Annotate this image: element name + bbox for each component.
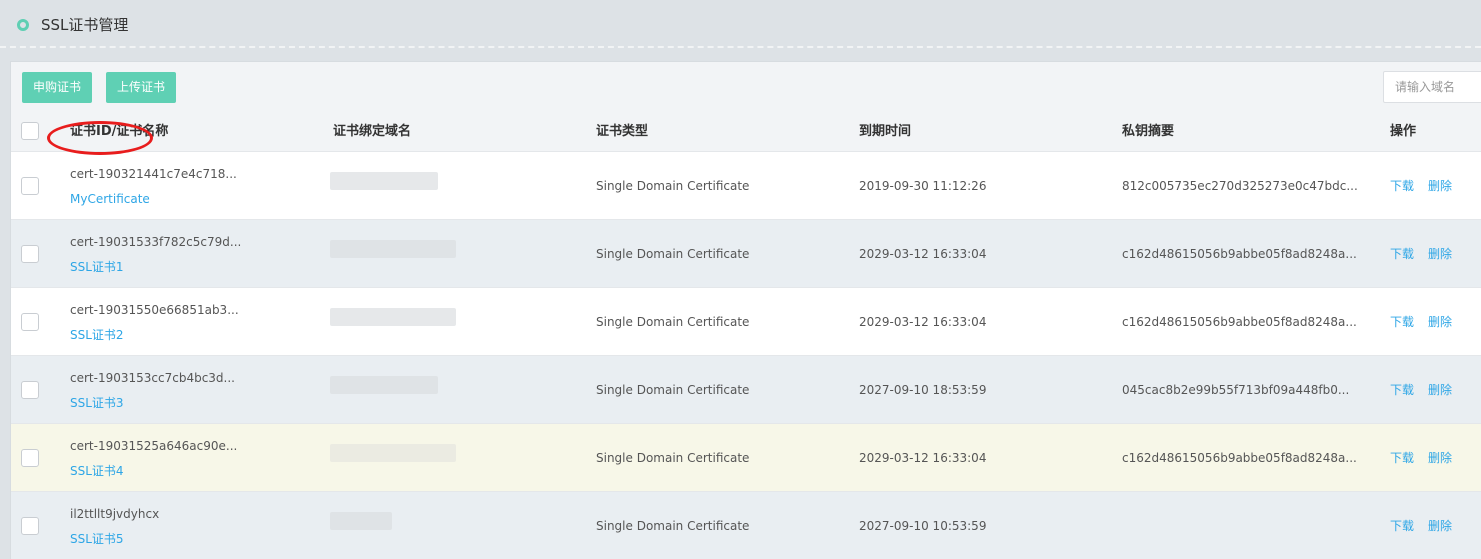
key-digest: 812c005735ec270d325273e0c47bdc... bbox=[1122, 179, 1358, 193]
column-header-expires: 到期时间 bbox=[859, 124, 912, 139]
certificate-type: Single Domain Certificate bbox=[596, 247, 750, 261]
expiry-time: 2029-03-12 16:33:04 bbox=[859, 451, 987, 465]
table-row: cert-19031525a646ac90e... SSL证书4 Single … bbox=[11, 424, 1481, 492]
domain-search-input[interactable] bbox=[1383, 71, 1481, 103]
domain-redacted bbox=[330, 308, 456, 326]
expiry-time: 2027-09-10 18:53:59 bbox=[859, 383, 987, 397]
certificate-name-link[interactable]: SSL证书4 bbox=[70, 463, 124, 479]
download-link[interactable]: 下载 bbox=[1390, 450, 1414, 466]
buy-certificate-button[interactable]: 申购证书 bbox=[22, 72, 92, 103]
page-header: SSL证书管理 bbox=[0, 0, 1481, 48]
certificate-id: cert-19031550e66851ab3... bbox=[70, 303, 239, 317]
certificate-name-link[interactable]: SSL证书2 bbox=[70, 327, 124, 343]
certificate-type: Single Domain Certificate bbox=[596, 383, 750, 397]
domain-redacted bbox=[330, 444, 456, 462]
table-row: cert-1903153cc7cb4bc3d... SSL证书3 Single … bbox=[11, 356, 1481, 424]
row-checkbox[interactable] bbox=[21, 449, 39, 467]
key-digest: c162d48615056b9abbe05f8ad8248a... bbox=[1122, 315, 1357, 329]
certificate-id: cert-19031525a646ac90e... bbox=[70, 439, 238, 453]
status-ring-icon bbox=[17, 19, 29, 31]
table-row: cert-190321441c7e4c718... MyCertificate … bbox=[11, 152, 1481, 220]
row-checkbox[interactable] bbox=[21, 245, 39, 263]
domain-redacted bbox=[330, 240, 456, 258]
certificate-name-link[interactable]: SSL证书3 bbox=[70, 395, 124, 411]
delete-link[interactable]: 删除 bbox=[1428, 178, 1452, 194]
expiry-time: 2029-03-12 16:33:04 bbox=[859, 315, 987, 329]
download-link[interactable]: 下载 bbox=[1390, 246, 1414, 262]
expiry-time: 2029-03-12 16:33:04 bbox=[859, 247, 987, 261]
certificate-type: Single Domain Certificate bbox=[596, 519, 750, 533]
column-header-type: 证书类型 bbox=[596, 124, 649, 139]
column-header-actions: 操作 bbox=[1390, 124, 1417, 139]
download-link[interactable]: 下载 bbox=[1390, 314, 1414, 330]
upload-certificate-button[interactable]: 上传证书 bbox=[106, 72, 176, 103]
certificate-id: cert-190321441c7e4c718... bbox=[70, 167, 237, 181]
download-link[interactable]: 下载 bbox=[1390, 382, 1414, 398]
key-digest: c162d48615056b9abbe05f8ad8248a... bbox=[1122, 247, 1357, 261]
certificate-type: Single Domain Certificate bbox=[596, 451, 750, 465]
certificate-id: cert-19031533f782c5c79d... bbox=[70, 235, 242, 249]
row-checkbox[interactable] bbox=[21, 177, 39, 195]
expiry-time: 2019-09-30 11:12:26 bbox=[859, 179, 987, 193]
certificate-name-link[interactable]: SSL证书5 bbox=[70, 531, 124, 547]
key-digest: c162d48615056b9abbe05f8ad8248a... bbox=[1122, 451, 1357, 465]
delete-link[interactable]: 删除 bbox=[1428, 246, 1452, 262]
domain-redacted bbox=[330, 512, 392, 530]
table-row: cert-19031533f782c5c79d... SSL证书1 Single… bbox=[11, 220, 1481, 288]
certificate-panel: 申购证书 上传证书 证书ID/证书名称 证书绑定域名 证书类型 到期时间 私钥摘… bbox=[10, 61, 1481, 559]
column-header-id-name: 证书ID/证书名称 bbox=[70, 124, 169, 139]
delete-link[interactable]: 删除 bbox=[1428, 450, 1452, 466]
table-header: 证书ID/证书名称 证书绑定域名 证书类型 到期时间 私钥摘要 操作 bbox=[11, 112, 1481, 152]
certificate-table: 证书ID/证书名称 证书绑定域名 证书类型 到期时间 私钥摘要 操作 cert-… bbox=[11, 112, 1481, 559]
table-row: cert-19031550e66851ab3... SSL证书2 Single … bbox=[11, 288, 1481, 356]
certificate-id: il2ttllt9jvdyhcx bbox=[70, 507, 160, 521]
page-title: SSL证书管理 bbox=[41, 16, 129, 34]
download-link[interactable]: 下载 bbox=[1390, 518, 1414, 534]
column-header-domain: 证书绑定域名 bbox=[333, 124, 412, 139]
download-link[interactable]: 下载 bbox=[1390, 178, 1414, 194]
row-checkbox[interactable] bbox=[21, 381, 39, 399]
certificate-name-link[interactable]: SSL证书1 bbox=[70, 259, 124, 275]
domain-redacted bbox=[330, 376, 438, 394]
certificate-type: Single Domain Certificate bbox=[596, 179, 750, 193]
column-header-key-digest: 私钥摘要 bbox=[1122, 124, 1175, 139]
domain-redacted bbox=[330, 172, 438, 190]
row-checkbox[interactable] bbox=[21, 517, 39, 535]
certificate-name-link[interactable]: MyCertificate bbox=[70, 191, 150, 207]
delete-link[interactable]: 删除 bbox=[1428, 314, 1452, 330]
delete-link[interactable]: 删除 bbox=[1428, 382, 1452, 398]
select-all-checkbox[interactable] bbox=[21, 122, 39, 140]
expiry-time: 2027-09-10 10:53:59 bbox=[859, 519, 987, 533]
certificate-type: Single Domain Certificate bbox=[596, 315, 750, 329]
key-digest: 045cac8b2e99b55f713bf09a448fb0... bbox=[1122, 383, 1350, 397]
certificate-id: cert-1903153cc7cb4bc3d... bbox=[70, 371, 235, 385]
row-checkbox[interactable] bbox=[21, 313, 39, 331]
table-row: il2ttllt9jvdyhcx SSL证书5 Single Domain Ce… bbox=[11, 492, 1481, 559]
delete-link[interactable]: 删除 bbox=[1428, 518, 1452, 534]
